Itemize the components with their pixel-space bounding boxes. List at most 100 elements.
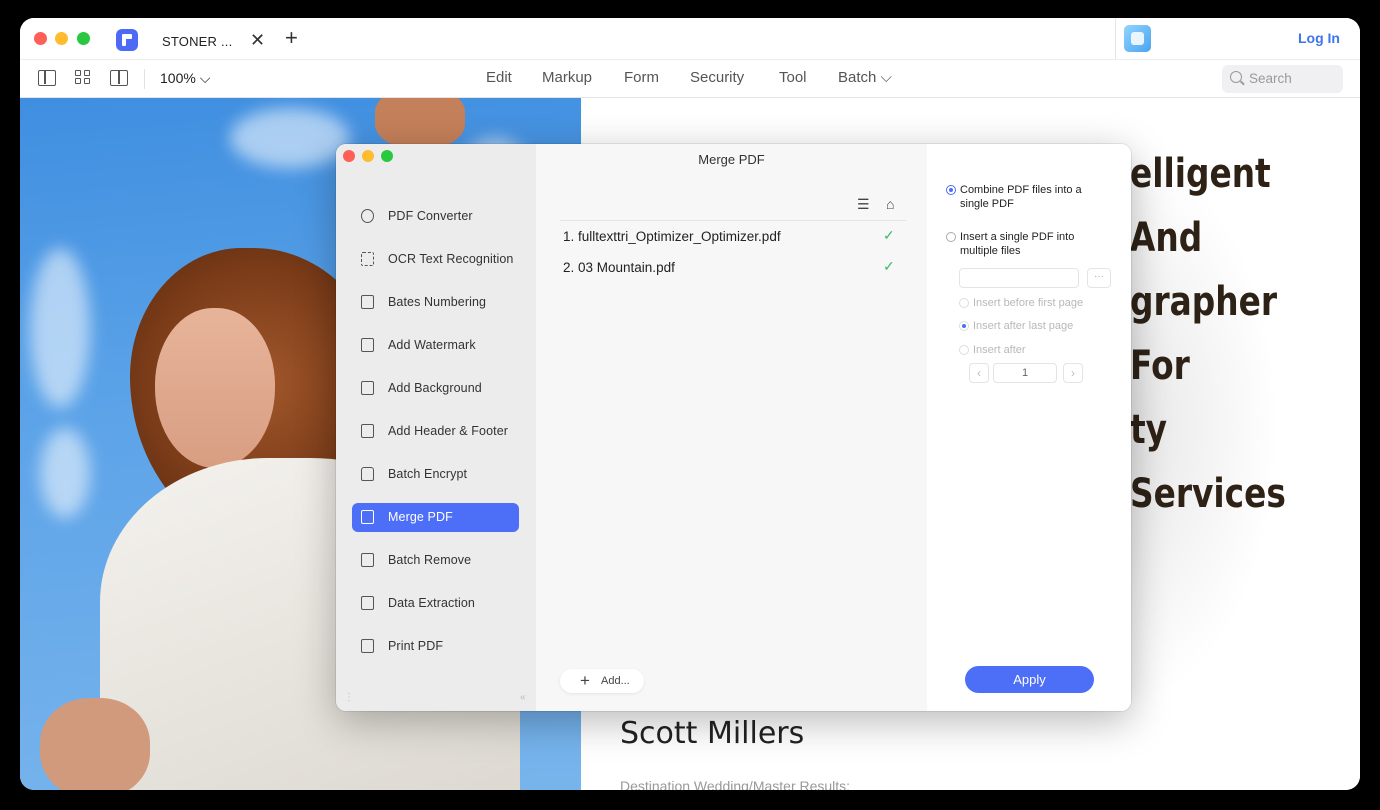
insert-after-label: Insert after — [973, 344, 1026, 356]
check-icon: ✓ — [883, 227, 895, 243]
search-icon — [1230, 71, 1242, 83]
convert-icon — [361, 209, 374, 223]
file-list-panel: Merge PDF ☰ ⌂ 1. fulltexttri_Optimizer_O… — [536, 144, 927, 711]
insert-radio[interactable] — [946, 232, 956, 242]
sidebar-item-label: Print PDF — [388, 639, 444, 653]
extension-icon[interactable] — [1124, 25, 1151, 52]
sidebar-toggle-icon[interactable] — [38, 70, 56, 86]
merge-options-panel: Combine PDF files into a single PDF Inse… — [927, 144, 1131, 711]
export-icon — [361, 596, 374, 610]
sidebar-item-print-pdf[interactable]: Print PDF — [352, 632, 519, 661]
batch-sidebar: PDF Converter OCR Text Recognition Bates… — [336, 144, 536, 711]
sidebar-collapse-icon[interactable]: « — [520, 692, 526, 703]
app-logo-icon — [116, 29, 138, 51]
after-last-label: Insert after last page — [973, 320, 1074, 332]
sidebar-item-label: Batch Encrypt — [388, 467, 468, 481]
document-headline: elligent And grapher For ty Services — [1130, 142, 1302, 526]
sidebar-item-background[interactable]: Add Background — [352, 374, 519, 403]
toolbar-divider — [144, 69, 145, 89]
combine-label: Combine PDF files into a single PDF — [960, 184, 1082, 210]
zoom-select[interactable]: 100% ⌵ — [160, 70, 210, 87]
sidebar-resize-handle[interactable]: ⋮ — [344, 692, 354, 703]
page-next-button[interactable]: › — [1063, 363, 1083, 383]
dialog-zoom-button[interactable] — [381, 150, 393, 162]
dialog-title: Merge PDF — [698, 152, 765, 167]
headline-line: elligent And — [1130, 151, 1271, 261]
close-window-button[interactable] — [34, 32, 47, 45]
sidebar-item-pdf-converter[interactable]: PDF Converter — [352, 202, 519, 231]
after-last-radio[interactable] — [959, 321, 969, 331]
new-tab-button[interactable]: + — [285, 27, 298, 49]
plus-icon: + — [580, 671, 590, 690]
sidebar-item-batch-remove[interactable]: Batch Remove — [352, 546, 519, 575]
before-first-label: Insert before first page — [973, 297, 1084, 309]
sidebar-item-merge-pdf[interactable]: Merge PDF — [352, 503, 519, 532]
file-name: 1. fulltexttri_Optimizer_Optimizer.pdf — [563, 229, 781, 244]
device-frame: STONER ... ✕ + Log In 100% ⌵ Edit Markup… — [0, 0, 1380, 810]
watermark-icon — [361, 338, 374, 352]
menu-markup[interactable]: Markup — [542, 69, 592, 86]
file-row[interactable]: 2. 03 Mountain.pdf ✓ — [563, 257, 903, 279]
sidebar-item-header-footer[interactable]: Add Header & Footer — [352, 417, 519, 446]
menu-security[interactable]: Security — [690, 69, 744, 86]
file-row[interactable]: 1. fulltexttri_Optimizer_Optimizer.pdf ✓ — [563, 226, 903, 248]
ocr-icon — [361, 252, 374, 266]
login-link[interactable]: Log In — [1298, 30, 1340, 46]
sidebar-item-label: Add Watermark — [388, 338, 476, 352]
sidebar-item-label: Bates Numbering — [388, 295, 487, 309]
person-name: Scott Millers — [620, 716, 805, 751]
page-layout-icon[interactable] — [110, 70, 128, 86]
person-subtitle: Destination Wedding/Master Results: — [620, 778, 851, 790]
thumbnail-grid-icon[interactable] — [75, 70, 93, 86]
combine-radio[interactable] — [946, 185, 956, 195]
menu-batch[interactable]: Batch ⌵ — [838, 69, 892, 86]
toolbar: 100% ⌵ Edit Markup Form Security Tool Ba… — [20, 60, 1360, 98]
document-tab[interactable]: STONER ... ✕ — [150, 24, 278, 58]
headline-line: grapher For — [1130, 279, 1278, 389]
header-footer-icon — [361, 424, 374, 438]
sidebar-item-data-extraction[interactable]: Data Extraction — [352, 589, 519, 618]
minimize-window-button[interactable] — [55, 32, 68, 45]
list-menu-icon[interactable]: ☰ — [857, 196, 870, 213]
search-placeholder: Search — [1249, 71, 1292, 86]
check-icon: ✓ — [883, 258, 895, 274]
dialog-close-button[interactable] — [343, 150, 355, 162]
sidebar-item-label: Merge PDF — [388, 510, 453, 524]
zoom-window-button[interactable] — [77, 32, 90, 45]
printer-icon — [361, 639, 374, 653]
browse-button[interactable]: ··· — [1087, 268, 1111, 288]
menu-edit[interactable]: Edit — [486, 69, 512, 86]
file-name: 2. 03 Mountain.pdf — [563, 260, 675, 275]
before-first-radio[interactable] — [959, 298, 969, 308]
page-prev-button[interactable]: ‹ — [969, 363, 989, 383]
clear-list-icon[interactable]: ⌂ — [886, 196, 894, 212]
apply-button[interactable]: Apply — [965, 666, 1094, 693]
sidebar-item-label: Add Header & Footer — [388, 424, 509, 438]
sidebar-item-label: Batch Remove — [388, 553, 472, 567]
app-window: STONER ... ✕ + Log In 100% ⌵ Edit Markup… — [20, 18, 1360, 790]
tabbar-divider — [1115, 18, 1116, 60]
sidebar-item-watermark[interactable]: Add Watermark — [352, 331, 519, 360]
menu-form[interactable]: Form — [624, 69, 659, 86]
search-input[interactable]: Search — [1222, 65, 1343, 93]
insert-after-radio[interactable] — [959, 345, 969, 355]
sidebar-item-ocr[interactable]: OCR Text Recognition — [352, 245, 519, 274]
merge-pdf-dialog: PDF Converter OCR Text Recognition Bates… — [336, 144, 1131, 711]
sidebar-item-label: PDF Converter — [388, 209, 473, 223]
background-icon — [361, 381, 374, 395]
dialog-minimize-button[interactable] — [362, 150, 374, 162]
bates-icon — [361, 295, 374, 309]
trash-icon — [361, 553, 374, 567]
sidebar-item-label: OCR Text Recognition — [388, 252, 514, 266]
merge-icon — [361, 510, 374, 524]
headline-line: ty Services — [1130, 407, 1286, 517]
tab-bar: STONER ... ✕ + Log In — [20, 18, 1360, 60]
list-divider — [560, 220, 906, 221]
sidebar-item-batch-encrypt[interactable]: Batch Encrypt — [352, 460, 519, 489]
insert-file-field[interactable] — [959, 268, 1079, 288]
tab-close-icon[interactable]: ✕ — [250, 30, 265, 50]
add-files-button[interactable]: + Add... — [560, 669, 644, 693]
sidebar-item-bates[interactable]: Bates Numbering — [352, 288, 519, 317]
menu-tool[interactable]: Tool — [779, 69, 807, 86]
page-number-field[interactable]: 1 — [993, 363, 1057, 383]
